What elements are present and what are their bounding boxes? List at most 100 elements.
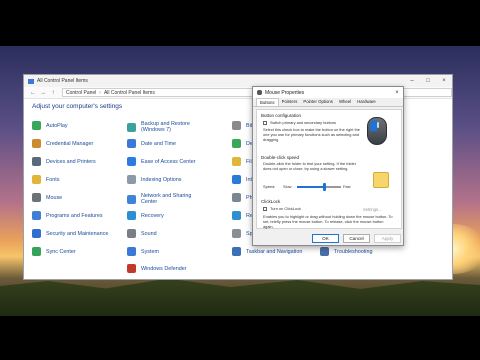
- tab-buttons[interactable]: Buttons: [256, 98, 279, 106]
- control-panel-item[interactable]: Ease of Access Center: [127, 157, 196, 166]
- ok-button[interactable]: OK: [312, 234, 339, 243]
- control-panel-item-label: Backup and Restore (Windows 7): [141, 121, 190, 133]
- button-configuration-description: Select this check box to make the button…: [263, 127, 360, 142]
- speaker-icon: [127, 229, 136, 238]
- mouse-properties-dialog: Mouse Properties × Buttons Pointers Poin…: [252, 86, 404, 246]
- up-arrow-icon[interactable]: ↑: [48, 90, 58, 96]
- fast-label: Fast: [343, 184, 351, 189]
- window-title: All Control Panel Items: [37, 78, 88, 84]
- control-panel-item-label: Troubleshooting: [334, 248, 373, 255]
- bitlocker-icon: [232, 121, 241, 130]
- primary-button-highlight: [370, 120, 377, 131]
- speed-label: Speed:: [263, 184, 276, 189]
- network-icon: [127, 194, 136, 204]
- control-panel-item[interactable]: Mouse: [32, 193, 62, 202]
- clicklock-label: ClickLock: [261, 199, 281, 204]
- fonts-icon: [32, 175, 41, 184]
- control-panel-item[interactable]: Windows Defender: [127, 264, 187, 273]
- recovery-icon: [127, 211, 136, 220]
- cancel-button[interactable]: Cancel: [343, 234, 370, 243]
- dialog-tabs: Buttons Pointers Pointer Options Wheel H…: [253, 98, 403, 107]
- switch-buttons-checkbox[interactable]: [263, 121, 267, 125]
- autoplay-icon: [32, 121, 41, 130]
- slider-thumb[interactable]: [322, 183, 326, 191]
- clock-icon: [127, 139, 136, 148]
- breadcrumb-control-panel[interactable]: Control Panel: [66, 90, 96, 96]
- default-programs-icon: [232, 139, 241, 148]
- double-click-speed-label: Double-click speed: [261, 155, 300, 160]
- system-icon: [127, 247, 136, 256]
- control-panel-item[interactable]: Network and Sharing Center: [127, 193, 203, 205]
- control-panel-item[interactable]: Troubleshooting: [320, 247, 372, 256]
- dialog-titlebar: Mouse Properties ×: [253, 87, 403, 98]
- control-panel-item[interactable]: System: [127, 247, 159, 256]
- control-panel-item-label: Credential Manager: [46, 140, 94, 147]
- sync-icon: [32, 247, 41, 256]
- file-history-icon: [232, 157, 241, 166]
- control-panel-item-label: Fonts: [46, 176, 60, 183]
- clicklock-checkbox-label: Turn on ClickLock: [270, 206, 301, 211]
- clicklock-settings-button[interactable]: Settings...: [363, 207, 382, 212]
- control-panel-item-label: Programs and Features: [46, 212, 103, 219]
- letterbox-top: [0, 0, 480, 46]
- slow-label: Slow: [283, 184, 292, 189]
- control-panel-item[interactable]: Security and Maintenance: [32, 229, 108, 238]
- control-panel-item[interactable]: AutoPlay: [32, 121, 68, 130]
- ease-of-access-icon: [127, 157, 136, 166]
- control-panel-item[interactable]: Devices and Printers: [32, 157, 96, 166]
- back-arrow-icon[interactable]: ←: [28, 90, 38, 96]
- slider-fill: [297, 186, 325, 188]
- close-button[interactable]: ×: [436, 75, 452, 87]
- printer-icon: [32, 157, 41, 166]
- control-panel-item[interactable]: Indexing Options: [127, 175, 181, 184]
- forward-arrow-icon[interactable]: →: [38, 90, 48, 96]
- control-panel-item[interactable]: Taskbar and Navigation: [232, 247, 302, 256]
- scroll-wheel: [377, 122, 379, 128]
- dialog-close-icon[interactable]: ×: [391, 90, 403, 96]
- backup-icon: [127, 122, 136, 132]
- indexing-icon: [127, 175, 136, 184]
- control-panel-item-label: Indexing Options: [141, 176, 182, 183]
- control-panel-item[interactable]: Recovery: [127, 211, 164, 220]
- double-click-speed-slider[interactable]: [297, 183, 341, 191]
- letterbox-bottom: [0, 316, 480, 360]
- dialog-title: Mouse Properties: [265, 89, 305, 96]
- apply-button[interactable]: Apply: [374, 234, 401, 243]
- control-panel-item[interactable]: Fonts: [32, 175, 59, 184]
- mouse-illustration: [367, 117, 387, 145]
- maximize-button[interactable]: □: [420, 75, 436, 87]
- control-panel-item-label: Taskbar and Navigation: [246, 248, 303, 255]
- credential-manager-icon: [32, 139, 41, 148]
- tab-hardware[interactable]: Hardware: [354, 98, 379, 106]
- clicklock-checkbox[interactable]: [263, 207, 267, 211]
- control-panel-item[interactable]: Programs and Features: [32, 211, 103, 220]
- control-panel-item[interactable]: Date and Time: [127, 139, 176, 148]
- test-folder-icon[interactable]: [373, 172, 389, 188]
- programs-icon: [32, 211, 41, 220]
- button-configuration-label: Button configuration: [261, 113, 302, 118]
- tab-wheel[interactable]: Wheel: [336, 98, 354, 106]
- tab-pointer-options[interactable]: Pointer Options: [300, 98, 336, 106]
- control-panel-item-label: Sync Center: [46, 248, 76, 255]
- minimize-button[interactable]: –: [404, 75, 420, 87]
- breadcrumb-all-items[interactable]: All Control Panel Items: [104, 90, 155, 96]
- control-panel-item-label: Date and Time: [141, 140, 177, 147]
- control-panel-item[interactable]: Sync Center: [32, 247, 76, 256]
- security-flag-icon: [32, 229, 41, 238]
- clicklock-description: Enables you to highlight or drag without…: [263, 214, 393, 229]
- control-panel-item-label: Windows Defender: [141, 265, 187, 272]
- defender-icon: [127, 264, 136, 273]
- internet-options-icon: [232, 175, 241, 184]
- control-panel-item-label: Security and Maintenance: [46, 230, 109, 237]
- buttons-tab-panel: Button configuration Switch primary and …: [256, 109, 402, 229]
- taskbar-icon: [232, 247, 241, 256]
- control-panel-item[interactable]: Backup and Restore (Windows 7): [127, 121, 203, 133]
- control-panel-item-label: System: [141, 248, 159, 255]
- control-panel-item[interactable]: Sound: [127, 229, 157, 238]
- mouse-icon: [257, 90, 262, 95]
- phone-modem-icon: [232, 193, 241, 202]
- control-panel-item-label: Sound: [141, 230, 157, 237]
- control-panel-item[interactable]: Credential Manager: [32, 139, 93, 148]
- tab-pointers[interactable]: Pointers: [279, 98, 301, 106]
- control-panel-item-label: Devices and Printers: [46, 158, 96, 165]
